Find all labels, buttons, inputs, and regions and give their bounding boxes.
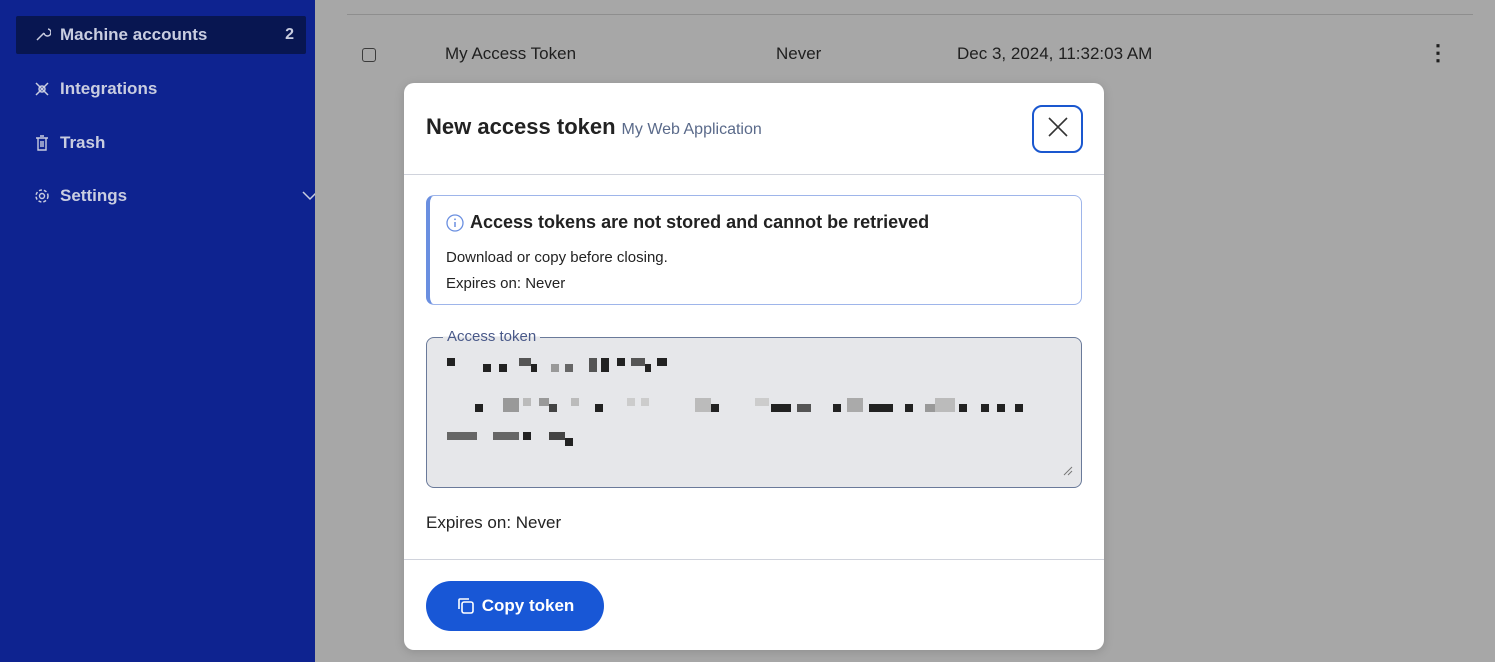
callout-title-text: Access tokens are not stored and cannot … xyxy=(470,212,930,232)
sidebar-item-trash[interactable]: Trash xyxy=(32,128,105,158)
callout-expires: Expires on: Never xyxy=(446,275,566,292)
close-button[interactable] xyxy=(1032,105,1083,153)
callout-title: Access tokens are not stored and cannot … xyxy=(446,212,929,233)
table-row: My Access Token Never Dec 3, 2024, 11:32… xyxy=(315,36,1495,76)
wrench-icon xyxy=(32,25,52,45)
sidebar-item-label: Trash xyxy=(60,133,106,152)
sidebar-item-label: Machine accounts xyxy=(60,25,208,44)
dialog-footer: Copy token xyxy=(404,559,1104,651)
sidebar-item-settings[interactable]: Settings xyxy=(32,181,318,211)
redacted-token-value xyxy=(441,354,1067,467)
copy-token-button[interactable]: Copy token xyxy=(426,581,604,631)
copy-icon xyxy=(456,596,476,616)
gear-icon xyxy=(32,186,52,206)
sidebar-item-integrations[interactable]: Integrations xyxy=(32,74,157,104)
dialog-title: New access token My Web Application xyxy=(426,114,762,140)
token-name: My Access Token xyxy=(445,44,577,63)
row-checkbox[interactable] xyxy=(362,48,376,62)
trash-icon xyxy=(32,133,52,153)
resize-handle-icon[interactable] xyxy=(1063,463,1073,481)
expires-text: Expires on: Never xyxy=(426,513,562,532)
token-date: Dec 3, 2024, 11:32:03 AM xyxy=(957,44,1153,63)
copy-token-label: Copy token xyxy=(481,596,575,615)
table-divider xyxy=(347,14,1473,15)
dialog-title-text: New access token xyxy=(426,114,616,139)
dialog-subtitle: My Web Application xyxy=(621,121,762,138)
warning-callout: Access tokens are not stored and cannot … xyxy=(426,195,1082,305)
new-access-token-dialog: New access token My Web Application Acces… xyxy=(404,83,1104,650)
access-token-field[interactable]: Access token xyxy=(426,328,1082,488)
token-expires: Never xyxy=(776,44,822,63)
sidebar-item-machine-accounts[interactable]: Machine accounts 2 xyxy=(16,16,306,54)
more-options-icon[interactable]: ⋮ xyxy=(1427,40,1449,66)
callout-text: Download or copy before closing. xyxy=(446,249,668,266)
access-token-label: Access token xyxy=(443,328,541,345)
dialog-header: New access token My Web Application xyxy=(404,83,1104,175)
sidebar: Machine accounts 2 Integrations Trash Se… xyxy=(0,0,318,662)
info-icon xyxy=(446,213,464,232)
sidebar-item-label: Settings xyxy=(60,186,128,205)
integrations-icon xyxy=(32,79,52,99)
sidebar-item-label: Integrations xyxy=(60,79,158,98)
close-icon xyxy=(1047,116,1069,143)
count-badge: 2 xyxy=(285,26,294,43)
